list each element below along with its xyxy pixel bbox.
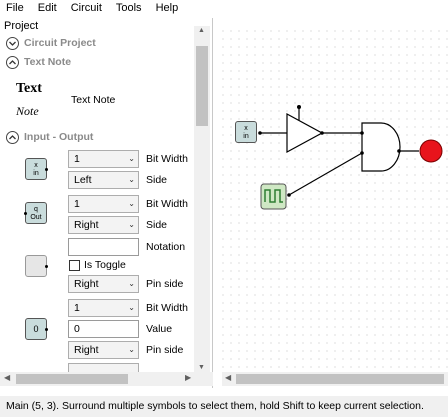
is-toggle-label: Is Toggle	[84, 259, 126, 271]
pin-dot	[287, 193, 291, 197]
output-symbol[interactable]: q Out	[24, 202, 47, 224]
pin-icon	[45, 265, 48, 268]
pin-dot	[397, 149, 401, 153]
chevron-down-icon[interactable]	[6, 36, 19, 50]
menu-circuit[interactable]: Circuit	[64, 0, 109, 16]
pin-icon	[24, 212, 27, 215]
scrollbar-thumb[interactable]	[196, 46, 208, 126]
side-value: Left	[74, 174, 92, 186]
pin-dot	[360, 131, 364, 135]
scrollbar-thumb[interactable]	[16, 374, 128, 384]
value-input[interactable]: 0	[68, 320, 139, 338]
text-sample[interactable]: Text	[16, 81, 42, 97]
output-q-label: q	[34, 206, 38, 213]
tree-item-label: Input - Output	[24, 131, 94, 143]
value-label: Value	[146, 323, 173, 335]
pin-icon	[45, 168, 48, 171]
pin-side-label: Pin side	[146, 344, 184, 356]
chevron-down-icon: ⌄	[128, 279, 135, 288]
bit-width-label: Bit Width	[146, 302, 189, 314]
tree-item-text-note[interactable]: Text Note	[6, 55, 71, 69]
input-x-label: x	[244, 125, 248, 132]
buffer-gate	[286, 112, 324, 154]
pin-dot	[320, 131, 324, 135]
scroll-left-icon[interactable]: ◀	[225, 373, 231, 382]
chevron-down-icon: ⌄	[128, 154, 135, 163]
chevron-up-icon[interactable]	[6, 130, 19, 144]
tree-item-circuit-project[interactable]: Circuit Project	[6, 36, 96, 50]
bit-width-select[interactable]: 1 ⌄	[68, 150, 139, 168]
circuit-diagram	[258, 105, 443, 210]
project-panel: Project Circuit Project Text Note Text N…	[0, 18, 213, 388]
pin-dot	[360, 151, 364, 155]
tree-item-label: Text Note	[24, 56, 72, 68]
status-bar: Main (5, 3). Surround multiple symbols t…	[0, 396, 448, 417]
input-symbol[interactable]: x in	[25, 158, 48, 180]
pin-dot	[258, 131, 262, 135]
scroll-up-icon[interactable]: ▲	[198, 27, 205, 34]
pin-side-label: Pin side	[146, 278, 184, 290]
menu-help[interactable]: Help	[149, 0, 186, 16]
bit-width-label: Bit Width	[146, 198, 189, 210]
side-label: Side	[146, 174, 168, 186]
and-gate	[361, 122, 401, 172]
button-symbol[interactable]	[25, 255, 48, 277]
constant-value-label: 0	[33, 324, 39, 334]
horizontal-scrollbar-left[interactable]: ◀ ▶	[0, 372, 213, 386]
bit-width-value: 1	[74, 153, 80, 165]
chevron-down-icon: ⌄	[128, 345, 135, 354]
input-x-label: x	[34, 162, 38, 169]
canvas-input-symbol[interactable]: x in	[235, 121, 257, 143]
chevron-down-icon: ⌄	[128, 199, 135, 208]
input-in-label: in	[33, 170, 39, 177]
bit-width-select[interactable]: 1 ⌄	[68, 299, 139, 317]
chevron-down-icon: ⌄	[128, 175, 135, 184]
vertical-scrollbar[interactable]: ▲ ▼	[194, 26, 210, 372]
tree-item-input-output[interactable]: Input - Output	[6, 130, 93, 144]
pin-side-select[interactable]: Right ⌄	[68, 341, 139, 359]
output-out-label: Out	[30, 214, 42, 221]
pin-dot	[297, 105, 301, 109]
chevron-up-icon[interactable]	[6, 55, 19, 69]
wire	[288, 152, 363, 196]
constant-symbol[interactable]: 0	[25, 318, 48, 340]
chevron-down-icon: ⌄	[128, 220, 135, 229]
pin-side-select[interactable]: Right ⌄	[68, 275, 139, 293]
pin-icon	[45, 328, 48, 331]
tree-item-label: Circuit Project	[24, 37, 96, 49]
notation-label: Notation	[146, 241, 186, 253]
bit-width-select[interactable]: 1 ⌄	[68, 195, 139, 213]
note-sample[interactable]: Note	[16, 104, 39, 119]
pin-side-value: Right	[74, 344, 99, 356]
horizontal-scrollbar-right[interactable]: ◀	[222, 372, 448, 386]
side-label: Side	[146, 219, 168, 231]
project-label: Project	[4, 20, 39, 32]
chevron-down-icon: ⌄	[128, 303, 135, 312]
led-output	[419, 139, 443, 163]
side-value: Right	[74, 219, 99, 231]
pin-side-value: Right	[74, 278, 99, 290]
is-toggle-checkbox[interactable]	[69, 260, 80, 271]
scroll-left-icon[interactable]: ◀	[4, 373, 10, 382]
menu-file[interactable]: File	[0, 0, 31, 16]
text-note-label: Text Note	[71, 94, 116, 106]
scrollbar-thumb[interactable]	[236, 374, 444, 384]
bit-width-label: Bit Width	[146, 153, 189, 165]
scroll-down-icon[interactable]: ▼	[198, 364, 205, 371]
side-select[interactable]: Right ⌄	[68, 216, 139, 234]
side-select[interactable]: Left ⌄	[68, 171, 139, 189]
input-in-label: in	[243, 133, 249, 140]
bit-width-value: 1	[74, 198, 80, 210]
scroll-right-icon[interactable]: ▶	[185, 373, 191, 382]
circuit-canvas[interactable]: x in	[219, 27, 448, 371]
menu-edit[interactable]: Edit	[31, 0, 64, 16]
notation-input[interactable]	[68, 238, 139, 256]
menu-bar: File Edit Circuit Tools Help	[0, 0, 448, 16]
menu-tools[interactable]: Tools	[109, 0, 149, 16]
bit-width-value: 1	[74, 302, 80, 314]
